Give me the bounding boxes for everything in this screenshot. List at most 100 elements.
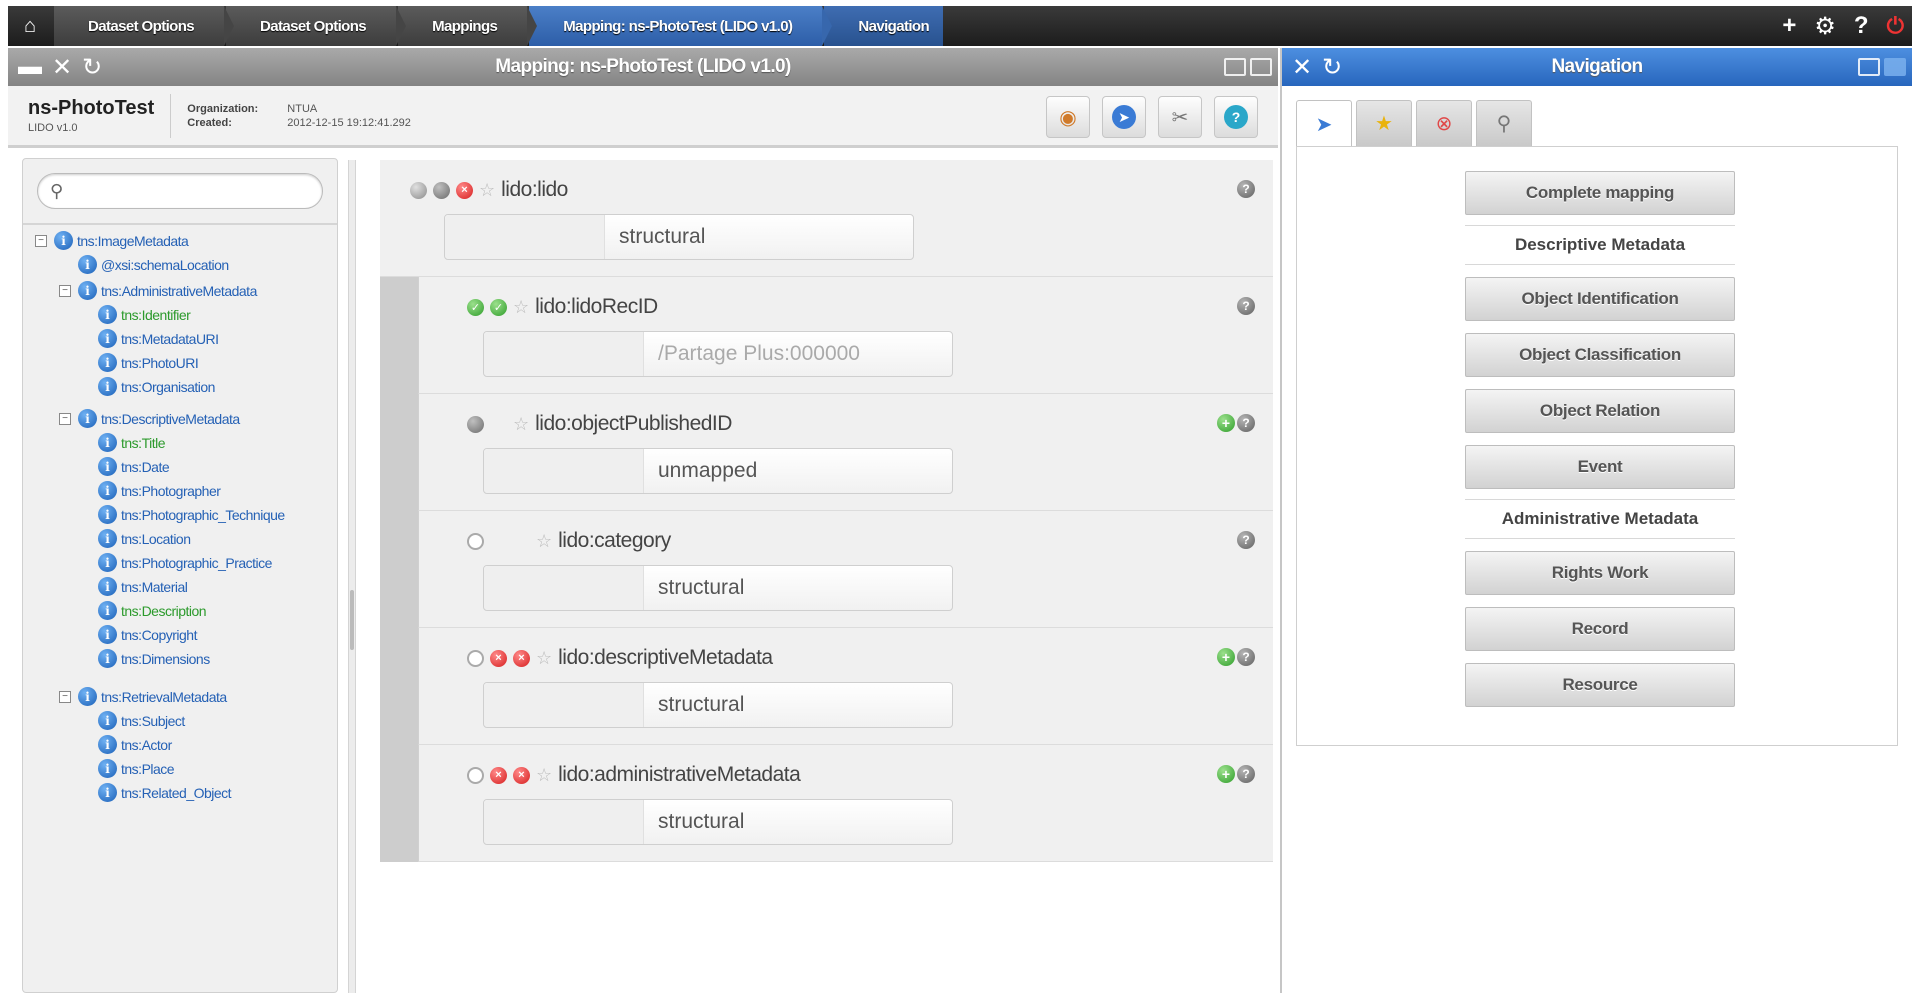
status-icon[interactable]: [467, 415, 484, 433]
tree-node-label[interactable]: tns:Identifier: [121, 307, 191, 323]
info-icon[interactable]: i: [98, 601, 117, 620]
element-mapping-drop-target[interactable]: structural: [444, 214, 914, 260]
status-icon[interactable]: [467, 766, 484, 784]
pane-splitter[interactable]: [348, 160, 356, 993]
tree-node-label[interactable]: tns:Copyright: [121, 627, 197, 643]
nav-button[interactable]: Object Identification: [1465, 277, 1735, 321]
help-icon[interactable]: ?: [1237, 297, 1255, 315]
info-icon[interactable]: i: [98, 577, 117, 596]
power-icon[interactable]: ⏻: [1887, 13, 1904, 39]
remove-icon[interactable]: ×: [490, 766, 507, 784]
collapse-toggle-icon[interactable]: −: [59, 690, 71, 703]
mapping-drop-area[interactable]: [484, 683, 644, 727]
tree-node-label[interactable]: tns:RetrievalMetadata: [101, 689, 227, 705]
tree-node[interactable]: i tns:Material: [98, 577, 188, 596]
tree-node-label[interactable]: tns:Photographic_Practice: [121, 555, 272, 571]
breadcrumb-dataset-options-2[interactable]: Dataset Options: [226, 6, 407, 46]
tree-node-label[interactable]: tns:Title: [121, 435, 166, 451]
tree-node-label[interactable]: tns:Date: [121, 459, 170, 475]
element-mapping-drop-target[interactable]: structural: [483, 799, 953, 845]
element-mapping-drop-target[interactable]: /Partage Plus:000000: [483, 331, 953, 377]
tree-node-label[interactable]: tns:ImageMetadata: [77, 233, 189, 249]
tree-node-label[interactable]: tns:DescriptiveMetadata: [101, 411, 240, 427]
tree-node[interactable]: i tns:Photographer: [98, 481, 221, 500]
info-icon[interactable]: i: [98, 529, 117, 548]
info-icon[interactable]: i: [98, 553, 117, 572]
mapping-drop-area[interactable]: [484, 449, 644, 493]
tree-node[interactable]: − i tns:RetrievalMetadata: [59, 687, 227, 706]
tree-node[interactable]: i tns:Copyright: [98, 625, 197, 644]
info-icon[interactable]: i: [98, 505, 117, 524]
tab-errors[interactable]: ⊗: [1416, 100, 1472, 146]
tree-node[interactable]: − i tns:AdministrativeMetadata: [59, 281, 257, 300]
tab-bookmarks[interactable]: ★: [1356, 100, 1412, 146]
info-icon[interactable]: i: [98, 433, 117, 452]
mapped-status-icon[interactable]: ✓: [490, 298, 507, 316]
tree-node-label[interactable]: tns:PhotoURI: [121, 355, 199, 371]
mapping-drop-area[interactable]: [484, 800, 644, 844]
tree-search[interactable]: ⚲: [37, 173, 323, 209]
info-icon[interactable]: i: [98, 329, 117, 348]
mapping-drop-area[interactable]: [484, 566, 644, 610]
bookmark-star-icon[interactable]: ☆: [536, 765, 552, 786]
tree-node[interactable]: i tns:Title: [98, 433, 166, 452]
info-icon[interactable]: i: [98, 649, 117, 668]
nav-button[interactable]: Complete mapping: [1465, 171, 1735, 215]
info-icon[interactable]: i: [98, 305, 117, 324]
mapping-drop-area[interactable]: [445, 215, 605, 259]
element-mapping-drop-target[interactable]: unmapped: [483, 448, 953, 494]
bookmark-star-icon[interactable]: ☆: [536, 531, 552, 552]
tools-button[interactable]: ✂: [1158, 96, 1202, 138]
refresh-icon[interactable]: ↻: [82, 53, 102, 82]
split-view-icon[interactable]: [1858, 58, 1880, 76]
nav-button[interactable]: Object Classification: [1465, 333, 1735, 377]
element-mapping-drop-target[interactable]: structural: [483, 565, 953, 611]
info-icon[interactable]: i: [98, 783, 117, 802]
tree-node-label[interactable]: @xsi:schemaLocation: [101, 257, 229, 273]
nav-button[interactable]: Object Relation: [1465, 389, 1735, 433]
status-icon[interactable]: [467, 649, 484, 667]
breadcrumb-dataset-options-1[interactable]: Dataset Options: [54, 6, 235, 46]
info-icon[interactable]: i: [78, 255, 97, 274]
status-icon[interactable]: [467, 532, 484, 550]
info-icon[interactable]: i: [54, 231, 73, 250]
add-icon[interactable]: +: [1217, 414, 1235, 432]
tree-node-label[interactable]: tns:Actor: [121, 737, 172, 753]
add-icon[interactable]: +: [1217, 765, 1235, 783]
nav-button[interactable]: Event: [1465, 445, 1735, 489]
breadcrumb-mapping[interactable]: Mapping: ns-PhotoTest (LIDO v1.0): [529, 6, 833, 46]
info-icon[interactable]: i: [98, 457, 117, 476]
help-icon[interactable]: ?: [1237, 414, 1255, 432]
tree-node[interactable]: i tns:PhotoURI: [98, 353, 199, 372]
tree-node[interactable]: i tns:Location: [98, 529, 191, 548]
remove-icon[interactable]: ×: [513, 766, 530, 784]
tree-node[interactable]: i tns:Dimensions: [98, 649, 210, 668]
tree-node[interactable]: i tns:Date: [98, 457, 170, 476]
splitter-grip[interactable]: [350, 590, 354, 650]
info-icon[interactable]: i: [98, 377, 117, 396]
gear-icon[interactable]: ⚙: [1814, 12, 1836, 41]
tree-node[interactable]: i tns:Place: [98, 759, 175, 778]
tree-node[interactable]: i tns:MetadataURI: [98, 329, 219, 348]
popout-icon[interactable]: [1250, 58, 1272, 76]
tab-search[interactable]: ⚲: [1476, 100, 1532, 146]
home-icon[interactable]: ⌂: [8, 6, 52, 46]
tree-node-label[interactable]: tns:Organisation: [121, 379, 215, 395]
remove-icon[interactable]: ×: [513, 649, 530, 667]
collapse-toggle-icon[interactable]: −: [59, 412, 71, 425]
close-icon[interactable]: ✕: [52, 53, 72, 82]
close-icon[interactable]: ✕: [1292, 53, 1312, 82]
tree-node-label[interactable]: tns:Material: [121, 579, 188, 595]
tree-node[interactable]: − i tns:ImageMetadata: [35, 231, 189, 250]
help-icon[interactable]: ?: [1237, 180, 1255, 198]
tree-node-label[interactable]: tns:Place: [121, 761, 175, 777]
mapped-status-icon[interactable]: ✓: [467, 298, 484, 316]
bookmark-star-icon[interactable]: ☆: [513, 297, 529, 318]
tree-node[interactable]: i tns:Subject: [98, 711, 185, 730]
remove-icon[interactable]: ×: [456, 181, 473, 199]
nav-button[interactable]: Resource: [1465, 663, 1735, 707]
bookmark-star-icon[interactable]: ☆: [513, 414, 529, 435]
tree-node-label[interactable]: tns:AdministrativeMetadata: [101, 283, 257, 299]
nav-button[interactable]: Record: [1465, 607, 1735, 651]
info-icon[interactable]: i: [78, 281, 97, 300]
